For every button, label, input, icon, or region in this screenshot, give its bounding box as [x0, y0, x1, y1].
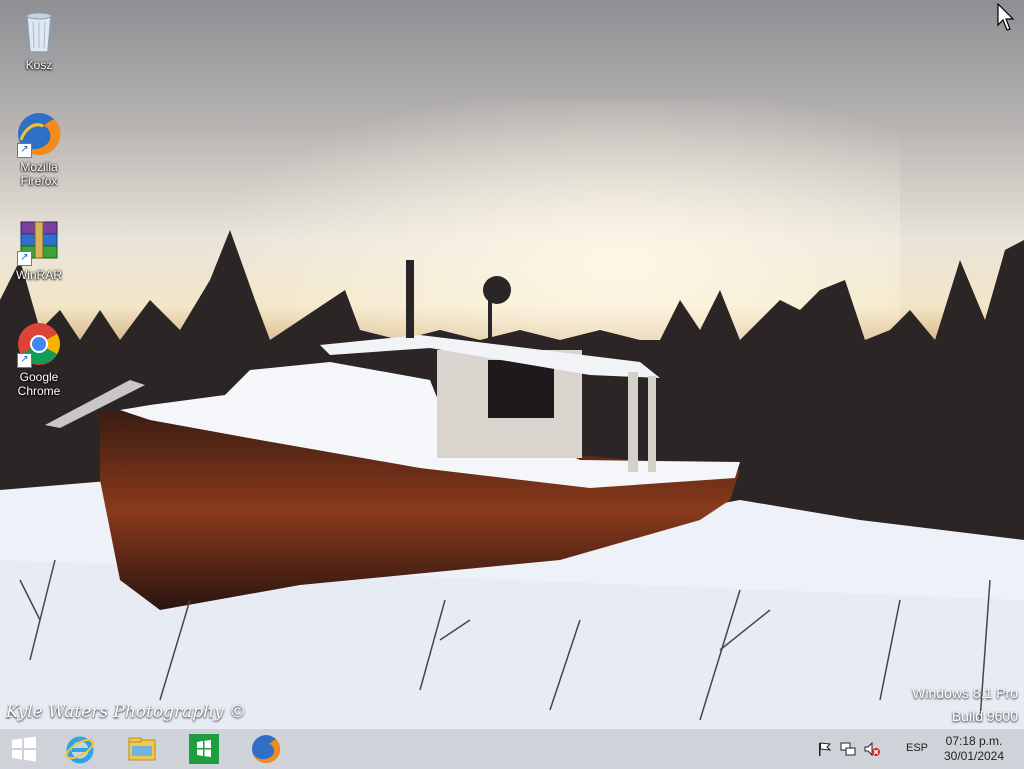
input-language-indicator[interactable]: ESP	[906, 742, 928, 754]
taskbar-firefox[interactable]	[248, 731, 284, 767]
recycle-bin-icon	[15, 8, 63, 56]
desktop-icon-label: Kosz	[25, 58, 53, 72]
desktop-icon-firefox[interactable]: ↗ Mozilla Firefox	[6, 110, 72, 188]
firefox-icon	[252, 734, 281, 763]
desktop-icon-label: Mozilla Firefox	[20, 160, 58, 188]
system-tray: ESP 07:18 p.m. 30/01/2024	[804, 729, 1024, 769]
wallpaper-credit: Kyle Waters Photography ©	[6, 702, 247, 722]
desktop-icon-label: Google Chrome	[17, 370, 61, 398]
mouse-pointer-icon	[997, 3, 1015, 31]
taskbar-file-explorer[interactable]	[124, 731, 160, 767]
shortcut-arrow-icon: ↗	[17, 143, 32, 158]
wallpaper-boat-in-snow	[0, 100, 1024, 728]
clock-time: 07:18 p.m.	[945, 734, 1003, 748]
desktop-icon-chrome[interactable]: ↗ Google Chrome	[6, 320, 72, 398]
winrar-icon: ↗	[15, 218, 63, 266]
internet-explorer-icon	[65, 736, 95, 764]
action-center-flag-icon[interactable]	[816, 741, 832, 757]
windows-store-icon	[189, 734, 219, 764]
clock[interactable]: 07:18 p.m. 30/01/2024	[942, 734, 1006, 764]
desktop[interactable]: Kosz ↗ Mozilla Firefox ↗ WinRAR ↗ Google…	[0, 0, 1024, 728]
windows-build-watermark: Windows 8.1 Pro Build 9600	[912, 682, 1018, 728]
clock-date: 30/01/2024	[943, 749, 1005, 763]
taskbar: ESP 07:18 p.m. 30/01/2024	[0, 728, 1024, 769]
shortcut-arrow-icon: ↗	[17, 251, 32, 266]
watermark-build: Build 9600	[951, 708, 1018, 724]
desktop-icon-recycle-bin[interactable]: Kosz	[6, 8, 72, 72]
taskbar-windows-store[interactable]	[186, 731, 222, 767]
desktop-icon-label: WinRAR	[15, 268, 62, 282]
shortcut-arrow-icon: ↗	[17, 353, 32, 368]
file-explorer-icon	[128, 737, 156, 761]
volume-muted-icon[interactable]	[864, 741, 880, 757]
network-icon[interactable]	[840, 741, 856, 757]
watermark-edition: Windows 8.1 Pro	[912, 685, 1018, 701]
firefox-icon: ↗	[15, 110, 63, 158]
chrome-icon: ↗	[15, 320, 63, 368]
start-icon	[12, 736, 36, 762]
taskbar-internet-explorer[interactable]	[62, 731, 98, 767]
desktop-icon-winrar[interactable]: ↗ WinRAR	[6, 218, 72, 282]
start-button[interactable]	[6, 731, 42, 767]
